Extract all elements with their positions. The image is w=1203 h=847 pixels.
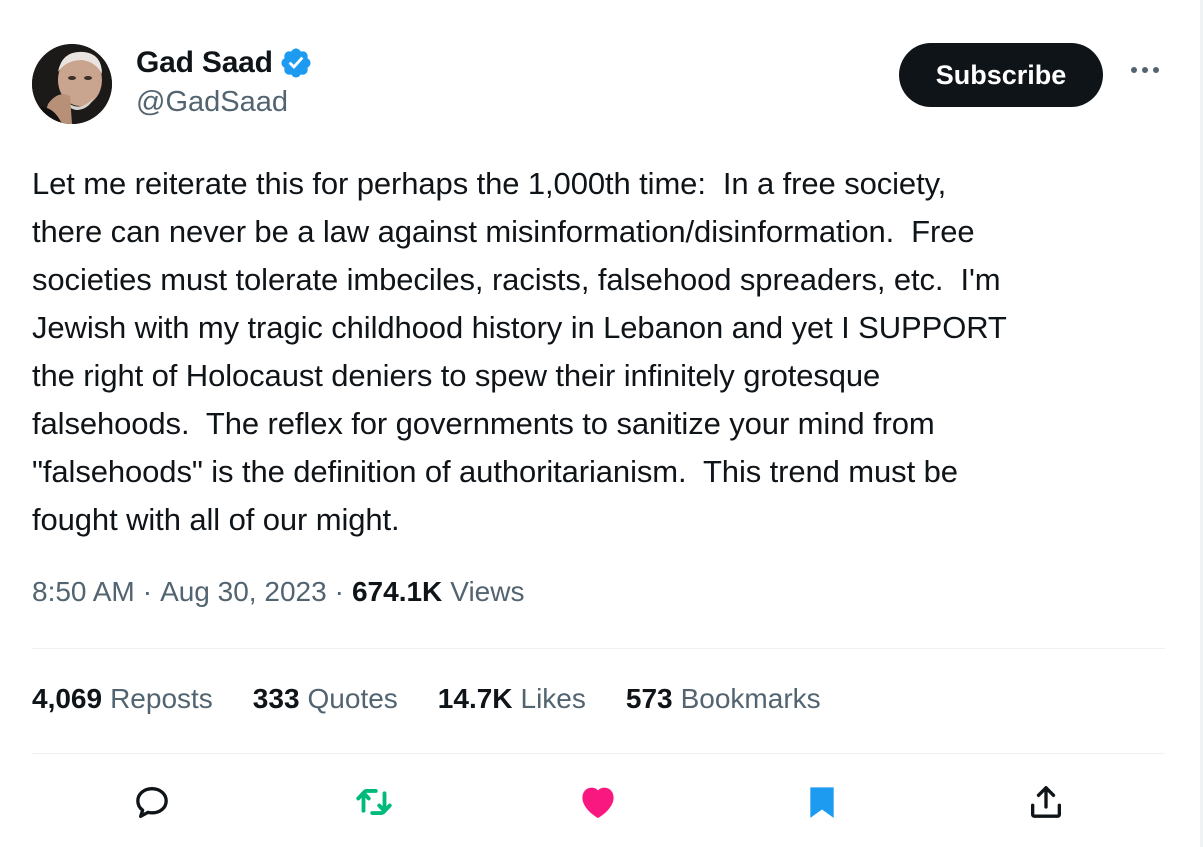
divider — [32, 648, 1165, 649]
stat-quotes[interactable]: 333 Quotes — [253, 683, 398, 715]
action-bar — [0, 780, 1203, 824]
tweet-date[interactable]: Aug 30, 2023 — [160, 576, 327, 608]
tweet-header: Gad Saad @GadSaad Subscribe — [32, 42, 1167, 124]
divider — [32, 753, 1165, 754]
like-icon[interactable] — [576, 780, 620, 824]
stat-reposts[interactable]: 4,069 Reposts — [32, 683, 213, 715]
stat-likes[interactable]: 14.7K Likes — [438, 683, 586, 715]
author-block: Gad Saad @GadSaad — [136, 42, 313, 119]
bookmarks-label: Bookmarks — [680, 683, 821, 714]
handle[interactable]: @GadSaad — [136, 86, 313, 119]
reposts-count: 4,069 — [32, 683, 103, 714]
bookmarks-count: 573 — [625, 683, 673, 714]
meta-separator: · — [334, 576, 344, 607]
avatar-image — [32, 44, 112, 124]
meta-separator: · — [142, 576, 153, 607]
reposts-label: Reposts — [110, 683, 213, 714]
verified-badge-icon[interactable] — [279, 46, 313, 80]
likes-count: 14.7K — [437, 683, 513, 714]
tweet-text: Let me reiterate this for perhaps the 1,… — [32, 166, 1007, 537]
tweet-time[interactable]: 8:50 AM — [32, 576, 135, 608]
repost-icon[interactable] — [352, 780, 396, 824]
display-name[interactable]: Gad Saad — [136, 46, 273, 80]
subscribe-button[interactable]: Subscribe — [899, 43, 1103, 107]
views-count: 674.1K — [351, 576, 443, 607]
stat-bookmarks[interactable]: 573 Bookmarks — [626, 683, 821, 715]
more-horizontal-icon[interactable] — [1128, 60, 1162, 80]
reply-icon[interactable] — [130, 780, 174, 824]
likes-label: Likes — [520, 683, 586, 714]
display-name-row: Gad Saad — [136, 42, 313, 84]
engagement-stats: 4,069 Reposts 333 Quotes 14.7K Likes 573 Boo… — [32, 683, 861, 715]
avatar[interactable] — [32, 44, 112, 124]
quotes-label: Quotes — [307, 683, 398, 714]
quotes-count: 333 — [252, 683, 300, 714]
share-icon[interactable] — [1024, 780, 1068, 824]
bookmark-icon[interactable] — [800, 780, 844, 824]
views-label: Views — [450, 576, 525, 607]
tweet-meta: 8:50 AM · Aug 30, 2023 · 674.1K Views — [32, 576, 524, 608]
